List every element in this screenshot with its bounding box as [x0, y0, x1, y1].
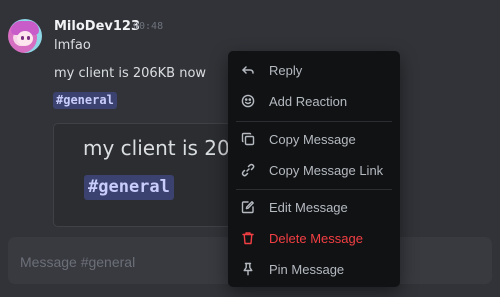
menu-separator — [236, 189, 392, 190]
smiley-icon — [241, 94, 255, 108]
menu-item-copy-message-link[interactable]: Copy Message Link — [236, 156, 392, 184]
link-icon — [241, 163, 255, 177]
menu-item-pin-message[interactable]: Pin Message — [236, 255, 392, 283]
avatar-face — [17, 31, 33, 46]
menu-item-edit-message[interactable]: Edit Message — [236, 193, 392, 221]
message-line: lmfao — [54, 38, 91, 53]
menu-item-label: Add Reaction — [269, 93, 348, 109]
menu-item-reply[interactable]: Reply — [236, 56, 392, 84]
menu-item-copy-message[interactable]: Copy Message — [236, 125, 392, 153]
reply-icon — [241, 63, 255, 77]
avatar-eye — [21, 36, 24, 40]
trash-icon — [241, 231, 255, 245]
embed-channel-mention[interactable]: #general — [84, 175, 174, 200]
menu-item-label: Edit Message — [269, 199, 348, 215]
message-line: my client is 206KB now — [54, 66, 207, 81]
channel-mention[interactable]: #general — [53, 92, 117, 109]
menu-separator — [236, 121, 392, 122]
menu-item-delete-message[interactable]: Delete Message — [236, 224, 392, 252]
menu-item-label: Delete Message — [269, 230, 363, 246]
message-timestamp: 00:48 — [133, 21, 164, 32]
message-context-menu: Reply Add Reaction Copy Message Copy Mes… — [228, 51, 400, 287]
copy-icon — [241, 132, 255, 146]
message-input[interactable] — [20, 252, 220, 272]
menu-item-add-reaction[interactable]: Add Reaction — [236, 87, 392, 115]
menu-item-label: Reply — [269, 62, 303, 78]
message-username[interactable]: MiloDev123 — [54, 19, 140, 34]
avatar-eye — [27, 36, 30, 40]
menu-item-label: Copy Message Link — [269, 162, 384, 178]
menu-item-label: Pin Message — [269, 261, 345, 277]
pin-icon — [241, 262, 255, 276]
pencil-icon — [241, 200, 255, 214]
user-avatar[interactable] — [8, 19, 42, 53]
menu-item-label: Copy Message — [269, 131, 356, 147]
